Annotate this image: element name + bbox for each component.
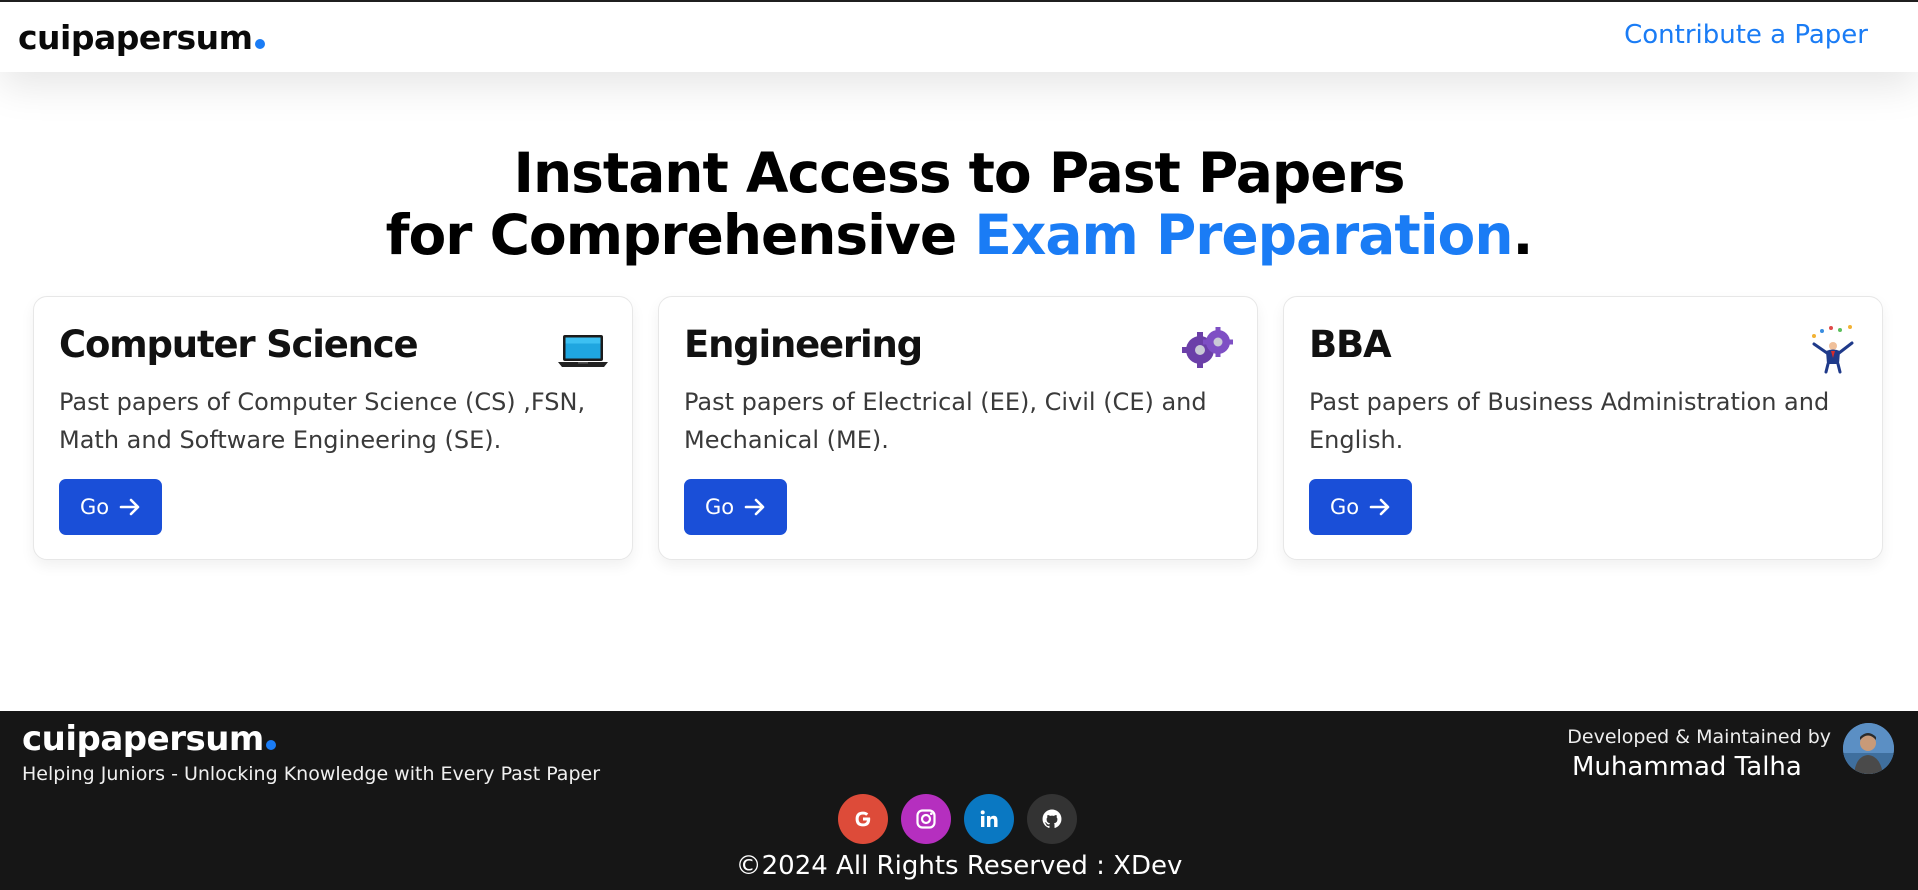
arrow-right-icon [119,498,140,516]
card-computer-science: Computer Science Past papers of Computer… [33,296,633,560]
footer-tagline: Helping Juniors - Unlocking Knowledge wi… [22,763,601,785]
footer-logo[interactable]: cuipapersum [22,719,276,759]
gears-icon [1181,322,1235,374]
developer-avatar[interactable] [1843,723,1894,774]
arrow-right-icon [744,498,765,516]
go-button-engineering[interactable]: Go [684,479,787,535]
developer-name: Muhammad Talha [1572,752,1802,782]
hero-line-2-prefix: for Comprehensive [385,203,975,267]
navbar: cuipapersum Contribute a Paper [0,2,1918,72]
go-button-label: Go [1329,495,1360,519]
footer-logo-text: cuipapersum [22,719,264,759]
hero-line-2-accent: Exam Preparation [974,203,1513,267]
go-button-label: Go [79,495,110,519]
footer: cuipapersum Helping Juniors - Unlocking … [0,711,1918,890]
social-links [838,794,1077,844]
go-button-computer-science[interactable]: Go [59,479,162,535]
laptop-icon [556,322,610,374]
hero-line-2-suffix: . [1512,203,1534,267]
brand-logo-text: cuipapersum [18,18,253,57]
card-title: Computer Science [59,323,419,366]
card-description: Past papers of Electrical (EE), Civil (C… [684,388,1207,454]
copyright-text: ©2024 All Rights Reserved : XDev [735,851,1183,881]
go-button-bba[interactable]: Go [1309,479,1412,535]
card-bba: BBA Past papers of Business Administrati… [1283,296,1883,560]
hero-heading: Instant Access to Past Papers for Compre… [0,142,1918,266]
github-icon [1042,809,1062,828]
card-description: Past papers of Computer Science (CS) ,FS… [59,388,586,454]
hero-line-1: Instant Access to Past Papers [513,141,1406,205]
google-icon [855,811,871,827]
developed-by-label: Developed & Maintained by [1567,726,1831,748]
github-link[interactable] [1027,794,1077,844]
businessman-icon [1806,322,1860,374]
card-engineering: Engineering Past papers of Electrical (E… [658,296,1258,560]
brand-logo[interactable]: cuipapersum [18,18,265,57]
contribute-paper-link[interactable]: Contribute a Paper [1624,20,1868,50]
instagram-icon [916,809,936,829]
arrow-right-icon [1369,498,1390,516]
go-button-label: Go [704,495,735,519]
linkedin-icon [980,810,998,827]
google-link[interactable] [838,794,888,844]
brand-logo-dot [254,39,265,49]
footer-logo-dot [265,740,276,750]
card-description: Past papers of Business Administration a… [1309,388,1830,454]
instagram-link[interactable] [901,794,951,844]
card-title: Engineering [684,323,923,366]
card-title: BBA [1309,323,1392,366]
linkedin-link[interactable] [964,794,1014,844]
